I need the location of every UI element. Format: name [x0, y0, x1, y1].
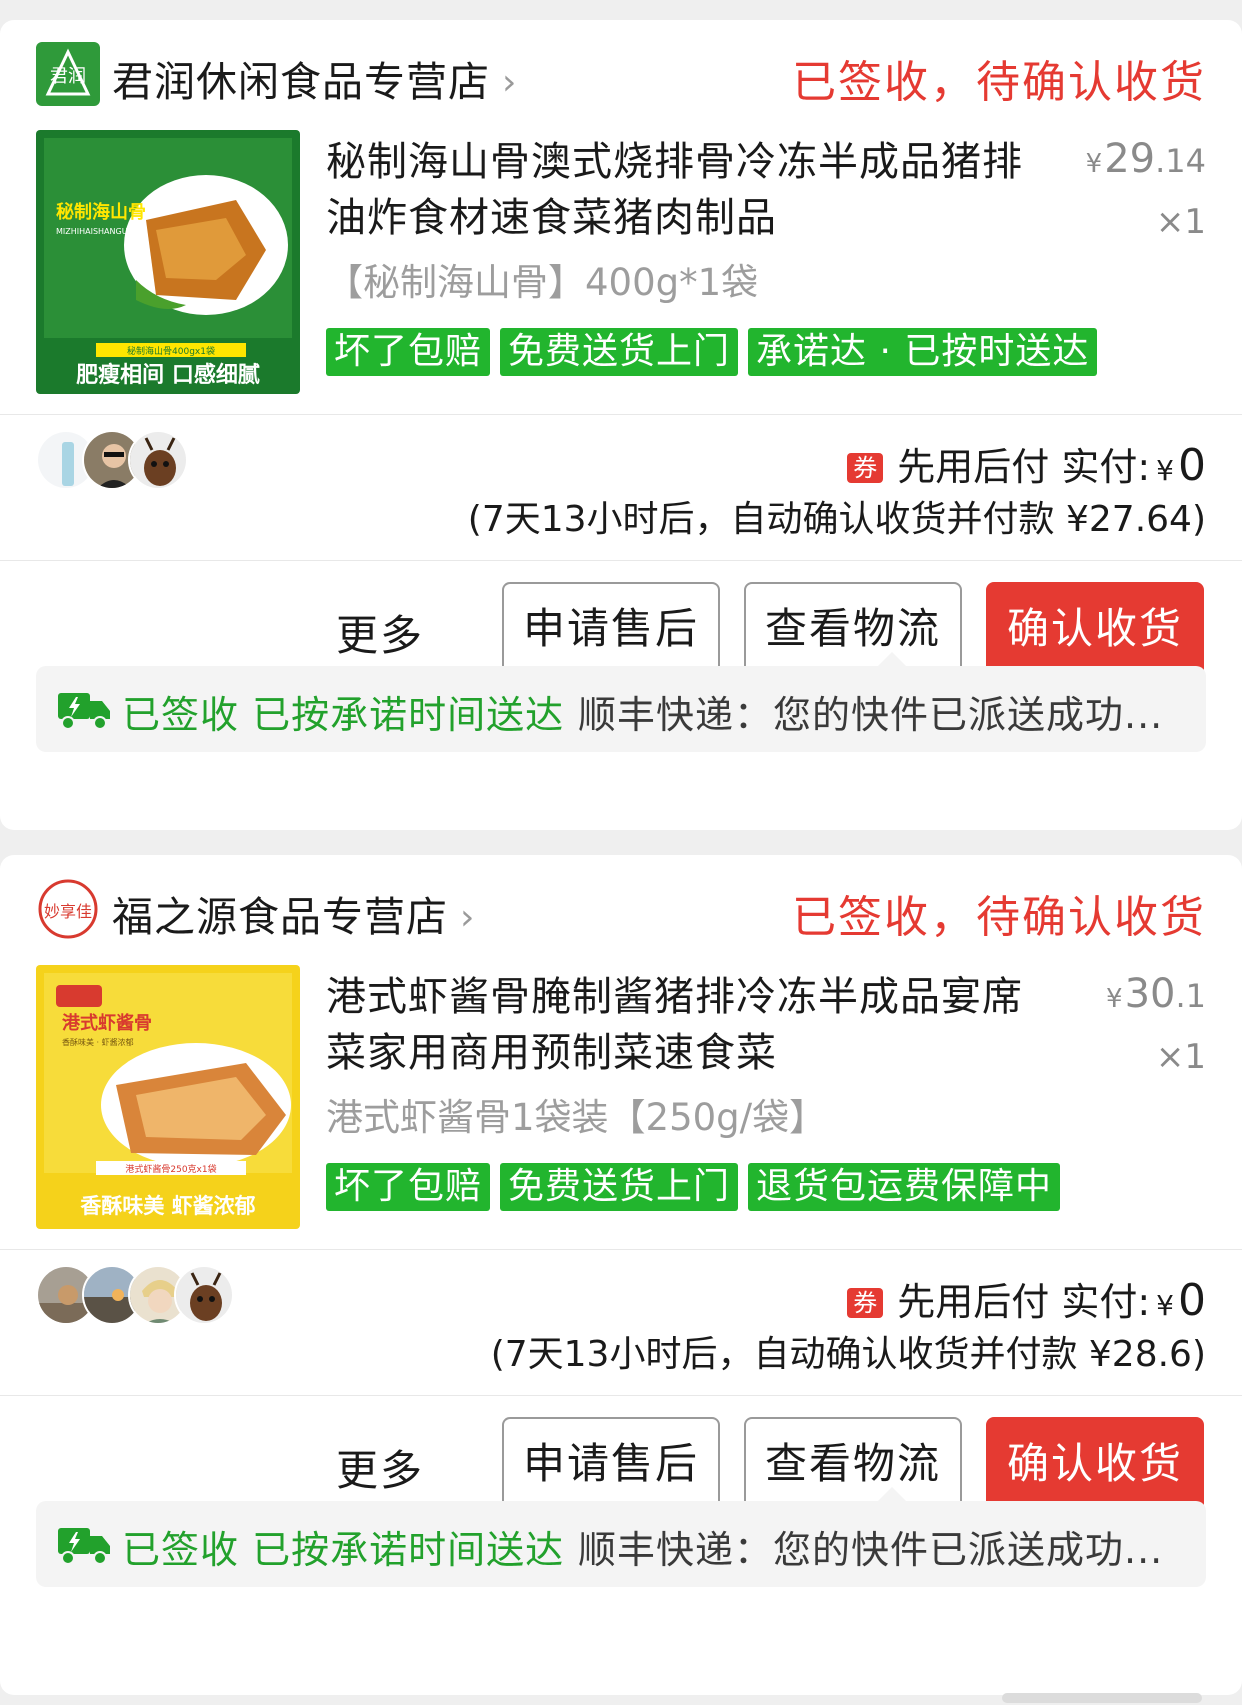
view-logistics-button[interactable]: 查看物流 — [744, 582, 962, 676]
service-tag: 免费送货上门 — [500, 1163, 739, 1211]
product-spec: 港式虾酱骨1袋装【250g/袋】 — [326, 1096, 827, 1139]
service-tag: 坏了包赔 — [326, 1163, 491, 1211]
shop-name[interactable]: 君润休闲食品专营店 › — [112, 48, 517, 108]
logistics-status: 已签收 已按承诺时间送达 — [122, 1528, 565, 1572]
product-quantity: ×1 — [1155, 202, 1206, 242]
product-thumbnail[interactable]: 港式虾酱骨 香酥味美 · 虾酱浓郁 港式虾酱骨250克x1袋 香酥味美 虾酱浓郁 — [36, 965, 300, 1229]
pay-label: 先用后付 实付: — [897, 1280, 1151, 1324]
product-title[interactable]: 港式虾酱骨腌制酱猪排冷冻半成品宴席菜家用商用预制菜速食菜 — [326, 969, 1026, 1081]
confirm-receipt-button[interactable]: 确认收货 — [986, 582, 1204, 676]
service-tag: 免费送货上门 — [500, 328, 739, 376]
svg-text:香酥味美 · 虾酱浓郁: 香酥味美 · 虾酱浓郁 — [62, 1037, 134, 1047]
svg-text:秘制海山骨: 秘制海山骨 — [56, 201, 146, 223]
order-status: 已签收，待确认收货 — [792, 57, 1206, 108]
product-price: ¥30.1 — [1106, 971, 1206, 1017]
view-logistics-button[interactable]: 查看物流 — [744, 1417, 962, 1511]
chevron-right-icon: › — [502, 62, 518, 103]
payment-summary: 券 先用后付 实付: ¥0 (7天13小时后，自动确认收货并付款 ¥27.64) — [36, 430, 1206, 550]
more-button[interactable]: 更多 — [336, 1437, 424, 1498]
pay-label: 先用后付 实付: — [897, 445, 1151, 489]
pay-later-line: 券 先用后付 实付: ¥0 — [847, 436, 1206, 491]
shop-header[interactable]: 君润 君润休闲食品专营店 › 已签收，待确认收货 — [36, 42, 1206, 108]
service-tags: 坏了包赔 免费送货上门 承诺达 · 已按时送达 — [326, 328, 1098, 376]
shop-name-text: 君润休闲食品专营店 — [112, 58, 490, 106]
svg-text:肥瘦相间 口感细腻: 肥瘦相间 口感细腻 — [76, 362, 260, 388]
payment-summary: 券 先用后付 实付: ¥0 (7天13小时后，自动确认收货并付款 ¥28.6) — [36, 1265, 1206, 1385]
shop-header[interactable]: 妙享佳 福之源食品专营店 › 已签收，待确认收货 — [36, 877, 1206, 943]
shop-name-text: 福之源食品专营店 — [112, 893, 448, 941]
order-card: 君润 君润休闲食品专营店 › 已签收，待确认收货 秘制海山骨 MIZHIHAISH… — [0, 20, 1242, 830]
product-thumbnail[interactable]: 秘制海山骨 MIZHIHAISHANGU 秘制海山骨400gx1袋 肥瘦相间 口… — [36, 130, 300, 394]
avatar — [128, 430, 188, 490]
divider — [0, 1395, 1242, 1396]
product-quantity: ×1 — [1155, 1037, 1206, 1077]
pay-amount: 0 — [1178, 1275, 1206, 1326]
pay-later-line: 券 先用后付 实付: ¥0 — [847, 1271, 1206, 1326]
product-spec: 【秘制海山骨】400g*1袋 — [326, 261, 759, 304]
auto-confirm-note: (7天13小时后，自动确认收货并付款 ¥27.64) — [467, 499, 1206, 540]
truck-icon — [58, 693, 110, 730]
shop-logo: 妙享佳 — [36, 877, 100, 941]
divider — [0, 414, 1242, 415]
svg-text:港式虾酱骨250克x1袋: 港式虾酱骨250克x1袋 — [125, 1163, 216, 1175]
logistics-detail: 顺丰快递：您的快件已派送成功... — [578, 1528, 1164, 1572]
svg-text:秘制海山骨400gx1袋: 秘制海山骨400gx1袋 — [127, 345, 215, 357]
logistics-status-bar[interactable]: 已签收 已按承诺时间送达 顺丰快递：您的快件已派送成功... — [36, 652, 1206, 752]
svg-text:妙享佳: 妙享佳 — [44, 902, 92, 921]
svg-text:MIZHIHAISHANGU: MIZHIHAISHANGU — [56, 227, 128, 236]
coupon-icon: 券 — [847, 453, 884, 483]
service-tag: 退货包运费保障中 — [748, 1163, 1061, 1211]
svg-text:君润: 君润 — [50, 66, 86, 87]
product-row[interactable]: 港式虾酱骨 香酥味美 · 虾酱浓郁 港式虾酱骨250克x1袋 香酥味美 虾酱浓郁… — [36, 965, 1206, 1230]
pay-amount: 0 — [1178, 440, 1206, 491]
chevron-right-icon: › — [460, 897, 476, 938]
auto-confirm-note: (7天13小时后，自动确认收货并付款 ¥28.6) — [490, 1334, 1206, 1375]
shop-name[interactable]: 福之源食品专营店 › — [112, 883, 475, 943]
confirm-receipt-button[interactable]: 确认收货 — [986, 1417, 1204, 1511]
coupon-icon: 券 — [847, 1288, 884, 1318]
home-indicator — [1002, 1693, 1202, 1703]
logistics-status-bar[interactable]: 已签收 已按承诺时间送达 顺丰快递：您的快件已派送成功... — [36, 1487, 1206, 1587]
product-title[interactable]: 秘制海山骨澳式烧排骨冷冻半成品猪排油炸食材速食菜猪肉制品 — [326, 134, 1026, 246]
order-status: 已签收，待确认收货 — [792, 892, 1206, 943]
apply-after-sales-button[interactable]: 申请售后 — [502, 1417, 720, 1511]
service-tag: 承诺达 · 已按时送达 — [748, 328, 1098, 376]
svg-text:香酥味美 虾酱浓郁: 香酥味美 虾酱浓郁 — [80, 1194, 255, 1218]
truck-icon — [58, 1528, 110, 1565]
avatar — [174, 1265, 234, 1325]
logistics-detail: 顺丰快递：您的快件已派送成功... — [578, 693, 1164, 737]
product-price: ¥29.14 — [1085, 136, 1206, 182]
order-card: 妙享佳 福之源食品专营店 › 已签收，待确认收货 港式虾酱骨 香酥味美 · 虾酱浓… — [0, 855, 1242, 1695]
divider — [0, 560, 1242, 561]
logistics-status: 已签收 已按承诺时间送达 — [122, 693, 565, 737]
shop-logo: 君润 — [36, 42, 100, 106]
apply-after-sales-button[interactable]: 申请售后 — [502, 582, 720, 676]
more-button[interactable]: 更多 — [336, 602, 424, 663]
service-tag: 坏了包赔 — [326, 328, 491, 376]
service-tags: 坏了包赔 免费送货上门 退货包运费保障中 — [326, 1163, 1061, 1211]
product-row[interactable]: 秘制海山骨 MIZHIHAISHANGU 秘制海山骨400gx1袋 肥瘦相间 口… — [36, 130, 1206, 395]
divider — [0, 1249, 1242, 1250]
action-bar: 更多 申请售后 查看物流 确认收货 — [36, 1417, 1206, 1511]
action-bar: 更多 申请售后 查看物流 确认收货 — [36, 582, 1206, 676]
svg-text:港式虾酱骨: 港式虾酱骨 — [62, 1012, 152, 1034]
